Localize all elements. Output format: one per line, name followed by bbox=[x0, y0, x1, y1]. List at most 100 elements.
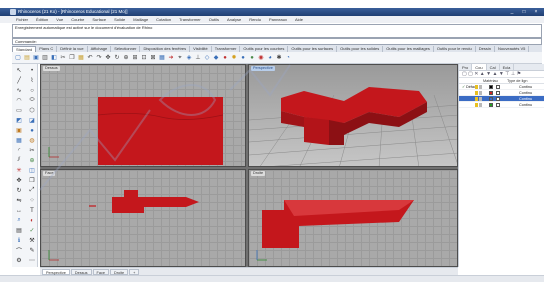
line-icon[interactable]: ╱ bbox=[13, 76, 25, 85]
options-icon[interactable]: ✱ bbox=[275, 54, 283, 62]
explode-icon[interactable]: ✳ bbox=[13, 166, 25, 175]
mesh-icon[interactable]: ▦ bbox=[13, 136, 25, 145]
import-icon[interactable]: ◧ bbox=[50, 54, 58, 62]
menu-item-0[interactable]: Fichier bbox=[16, 17, 28, 22]
menu-item-7[interactable]: Cotation bbox=[156, 17, 171, 22]
minimize-button[interactable]: _ bbox=[508, 9, 516, 15]
grid-snap-icon[interactable]: ◈ bbox=[185, 54, 193, 62]
viewport-tab-1[interactable]: Dessus bbox=[70, 268, 92, 275]
pan-icon[interactable]: ✥ bbox=[104, 54, 112, 62]
render-icon[interactable]: ● bbox=[239, 54, 247, 62]
menu-item-10[interactable]: Analyse bbox=[227, 17, 241, 22]
zoom-icon[interactable]: ⊕ bbox=[122, 54, 130, 62]
grid-icon[interactable]: ▤ bbox=[13, 226, 25, 235]
fillet-icon[interactable]: ◜ bbox=[13, 146, 25, 155]
viewport-right[interactable]: Droite bbox=[248, 169, 458, 267]
polyline-icon[interactable]: ⌇ bbox=[26, 76, 38, 85]
viewport-top[interactable]: Dessus bbox=[40, 64, 246, 167]
lock-icon[interactable] bbox=[479, 97, 482, 101]
rotate-view-icon[interactable]: ↻ bbox=[113, 54, 121, 62]
panel-tab-1[interactable]: Cou bbox=[472, 64, 487, 70]
viewport-label-perspective[interactable]: Perspective bbox=[251, 66, 275, 71]
visibility-bulb-icon[interactable] bbox=[475, 97, 478, 101]
boolean-union-icon[interactable]: ◍ bbox=[26, 136, 38, 145]
box-icon[interactable]: ▣ bbox=[13, 126, 25, 135]
open-icon[interactable]: ▤ bbox=[23, 54, 31, 62]
pencil-icon[interactable]: ✎ bbox=[26, 246, 38, 255]
layer-material-swatch[interactable] bbox=[496, 97, 500, 101]
panel-tab-3[interactable]: Ecla bbox=[500, 64, 515, 70]
arrow-icon[interactable]: ➜ bbox=[167, 54, 175, 62]
menu-item-6[interactable]: Maillage bbox=[133, 17, 148, 22]
select-icon[interactable]: ⌖ bbox=[176, 54, 184, 62]
analyze-icon[interactable]: ⌕ bbox=[13, 216, 25, 225]
zoom-window-icon[interactable]: ⊞ bbox=[131, 54, 139, 62]
text-icon[interactable]: T bbox=[26, 206, 38, 215]
layer-material-swatch[interactable] bbox=[496, 91, 500, 95]
layer-color-swatch[interactable] bbox=[489, 97, 493, 101]
menu-item-2[interactable]: Vue bbox=[56, 17, 63, 22]
group-icon[interactable]: ◫ bbox=[26, 166, 38, 175]
zoom-selected-icon[interactable]: ⊠ bbox=[149, 54, 157, 62]
scale-icon[interactable]: ⤢ bbox=[26, 186, 38, 195]
polygon-icon[interactable]: ⬡ bbox=[26, 106, 38, 115]
menu-item-1[interactable]: Édition bbox=[36, 17, 48, 22]
viewport-label-right[interactable]: Droite bbox=[251, 171, 266, 176]
sphere-icon[interactable]: ● bbox=[26, 126, 38, 135]
menu-item-5[interactable]: Solide bbox=[114, 17, 125, 22]
arc-icon[interactable]: ◠ bbox=[13, 96, 25, 105]
extrude-icon[interactable]: ◪ bbox=[26, 116, 38, 125]
trim-icon[interactable]: ✂ bbox=[26, 146, 38, 155]
split-icon[interactable]: ⫽ bbox=[13, 156, 25, 165]
layer-tools[interactable]: ▢ ▢ ✕ ▲ ▼ ▲ ▼ ⊤ ⊥ ⚑ bbox=[459, 71, 544, 78]
move-icon[interactable]: ✥ bbox=[13, 176, 25, 185]
layer-color-swatch[interactable] bbox=[489, 85, 493, 89]
render-tool-icon[interactable]: ◐ bbox=[26, 216, 38, 225]
check-icon[interactable]: ✓ bbox=[26, 226, 38, 235]
panel-tab-0[interactable]: Pro bbox=[459, 64, 473, 70]
print-icon[interactable]: ▥ bbox=[41, 54, 49, 62]
new-icon[interactable]: ▢ bbox=[14, 54, 22, 62]
close-button[interactable]: × bbox=[532, 9, 540, 15]
visibility-bulb-icon[interactable] bbox=[475, 103, 478, 107]
curve-tools-icon[interactable]: ⌒ bbox=[13, 246, 25, 255]
cut-icon[interactable]: ✂ bbox=[59, 54, 67, 62]
visibility-bulb-icon[interactable] bbox=[475, 91, 478, 95]
menu-item-4[interactable]: Surface bbox=[92, 17, 106, 22]
viewport-tab-3[interactable]: Droite bbox=[109, 268, 129, 275]
material-icon[interactable]: ● bbox=[248, 54, 256, 62]
ellipse-icon[interactable]: ⬭ bbox=[26, 96, 38, 105]
panel-tab-2[interactable]: Cal bbox=[487, 64, 500, 70]
menu-item-13[interactable]: Aide bbox=[295, 17, 303, 22]
layer-color-swatch[interactable] bbox=[489, 91, 493, 95]
info-icon[interactable]: ℹ bbox=[13, 236, 25, 245]
texture-icon[interactable]: ◉ bbox=[257, 54, 265, 62]
viewport-label-top[interactable]: Dessus bbox=[43, 66, 60, 71]
maximize-button[interactable]: □ bbox=[520, 9, 528, 15]
dimension-icon[interactable]: ↔ bbox=[13, 206, 25, 215]
lock-icon[interactable] bbox=[479, 91, 482, 95]
point-icon[interactable]: • bbox=[26, 66, 38, 75]
array-icon[interactable]: ⁘ bbox=[26, 196, 38, 205]
rectangle-icon[interactable]: ▭ bbox=[13, 106, 25, 115]
viewport-front[interactable]: Face bbox=[40, 169, 246, 267]
circle-icon[interactable]: ○ bbox=[26, 86, 38, 95]
tools-icon[interactable]: ⚒ bbox=[26, 236, 38, 245]
rotate-icon[interactable]: ↻ bbox=[13, 186, 25, 195]
environment-icon[interactable]: ◕ bbox=[266, 54, 274, 62]
surface-icon[interactable]: ◩ bbox=[13, 116, 25, 125]
planar-icon[interactable]: ◇ bbox=[203, 54, 211, 62]
visibility-bulb-icon[interactable] bbox=[475, 85, 478, 89]
menu-item-9[interactable]: Outils bbox=[209, 17, 219, 22]
save-icon[interactable]: ▣ bbox=[32, 54, 40, 62]
menu-item-3[interactable]: Courbe bbox=[71, 17, 84, 22]
light-icon[interactable]: ✹ bbox=[230, 54, 238, 62]
copy-tool-icon[interactable]: ❐ bbox=[26, 176, 38, 185]
command-input[interactable]: Commande: bbox=[12, 38, 542, 45]
viewport-tab-2[interactable]: Face bbox=[92, 268, 109, 275]
help-icon[interactable]: ◔ bbox=[284, 54, 292, 62]
menu-item-12[interactable]: Panneaux bbox=[269, 17, 287, 22]
lock-icon[interactable] bbox=[479, 85, 482, 89]
menu-item-8[interactable]: Transformer bbox=[179, 17, 201, 22]
select-arrow-icon[interactable]: ↖ bbox=[13, 66, 25, 75]
